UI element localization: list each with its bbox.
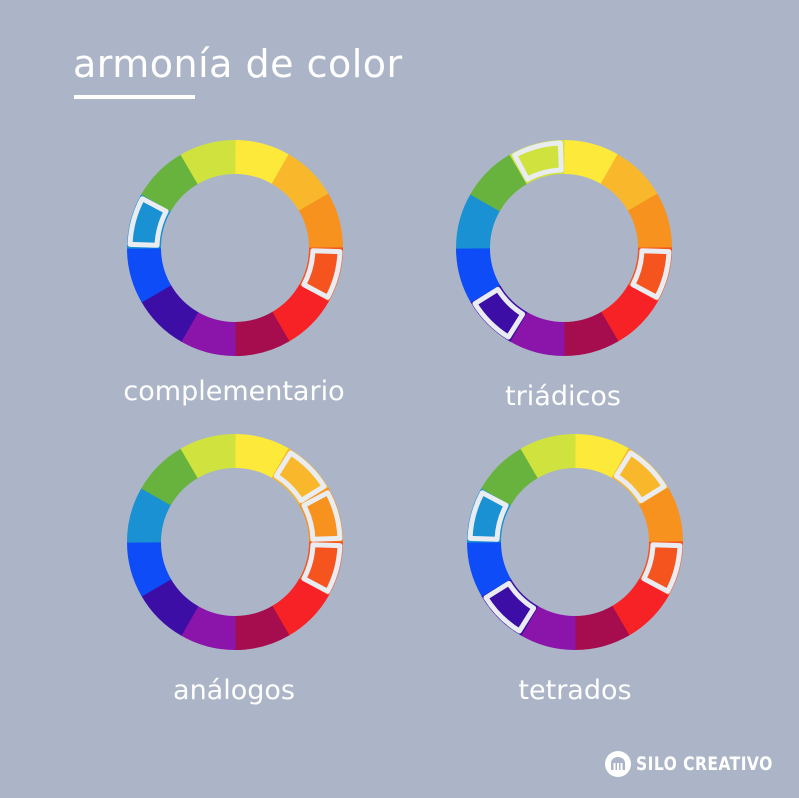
- wheel-segment-highlighted: [273, 450, 327, 504]
- wheel-segment-highlighted: [613, 450, 667, 504]
- wheel-label-triadicos: triádicos: [505, 381, 621, 412]
- wheel-analogos: [123, 430, 347, 654]
- color-wheel-svg: [126, 433, 344, 651]
- wheel-segment-highlighted: [483, 580, 537, 634]
- color-wheel-svg: [466, 433, 684, 651]
- wheel-label-complementario: complementario: [123, 376, 345, 407]
- wheel-segment-highlighted: [472, 286, 526, 340]
- title-underline: [74, 95, 195, 99]
- wheel-label-analogos: análogos: [173, 675, 295, 706]
- wheel-complementario: [123, 136, 347, 360]
- silo-logo-icon: [605, 751, 632, 777]
- wheel-triadicos: [452, 136, 676, 360]
- brand-logo: SILO CREATIVO: [604, 750, 777, 778]
- wheel-label-tetrados: tetrados: [518, 675, 632, 706]
- brand-name: SILO CREATIVO: [636, 753, 773, 775]
- wheel-tetrados: [463, 430, 687, 654]
- page-title: armonía de color: [73, 42, 403, 86]
- color-wheel-svg: [455, 139, 673, 357]
- color-wheel-svg: [126, 139, 344, 357]
